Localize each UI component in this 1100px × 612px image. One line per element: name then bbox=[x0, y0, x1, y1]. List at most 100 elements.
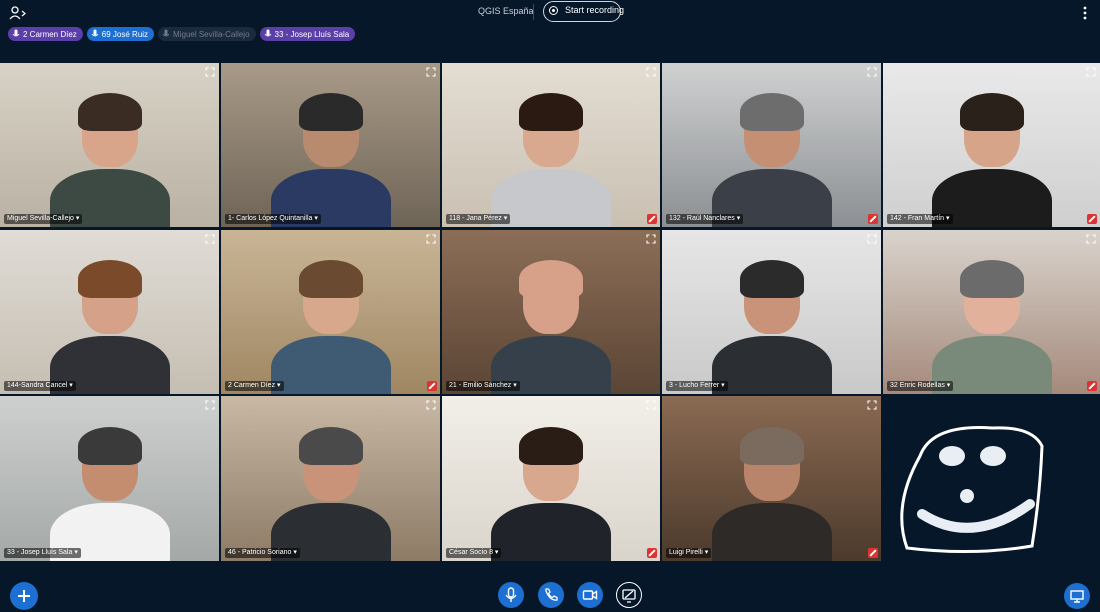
fullscreen-icon bbox=[1086, 67, 1096, 77]
video-tile[interactable]: 142 - Fran Martín ▾ bbox=[883, 63, 1100, 227]
fullscreen-icon bbox=[205, 400, 215, 410]
mic-icon bbox=[162, 29, 170, 37]
screenshare-icon bbox=[622, 589, 636, 603]
actions-plus-button[interactable] bbox=[10, 582, 38, 610]
muted-mic-icon bbox=[868, 214, 878, 224]
participant-name[interactable]: 132 - Raúl Nanclares ▾ bbox=[666, 214, 744, 224]
fullscreen-icon bbox=[426, 400, 436, 410]
fullscreen-icon bbox=[646, 67, 656, 77]
mic-icon bbox=[91, 29, 99, 37]
fullscreen-button[interactable] bbox=[1086, 67, 1096, 77]
talking-indicator[interactable]: 33 - Josep Lluís Sala bbox=[259, 27, 356, 41]
talking-indicator[interactable]: Miguel Sevilla-Callejo bbox=[158, 27, 256, 41]
fullscreen-icon bbox=[646, 234, 656, 244]
video-tile[interactable]: 1- Carlos López Quintanilla ▾ bbox=[221, 63, 440, 227]
top-bar: QGIS España Start recording bbox=[0, 0, 1100, 26]
fullscreen-button[interactable] bbox=[646, 67, 656, 77]
participant-name[interactable]: 33 - Josep Lluís Sala ▾ bbox=[4, 548, 81, 558]
participant-name[interactable]: 2 Carmen Díez ▾ bbox=[225, 381, 284, 391]
fullscreen-button[interactable] bbox=[205, 400, 215, 410]
video-tile[interactable]: 32 Enric Rodellas ▾ bbox=[883, 230, 1100, 394]
video-tile[interactable]: 132 - Raúl Nanclares ▾ bbox=[662, 63, 881, 227]
fullscreen-icon bbox=[426, 67, 436, 77]
participant-name[interactable]: 46 - Patricio Soriano ▾ bbox=[225, 548, 300, 558]
fullscreen-button[interactable] bbox=[867, 400, 877, 410]
participant-video bbox=[931, 244, 1052, 394]
fullscreen-button[interactable] bbox=[426, 400, 436, 410]
record-icon bbox=[549, 6, 558, 15]
mic-icon bbox=[505, 587, 517, 602]
fullscreen-button[interactable] bbox=[646, 400, 656, 410]
fullscreen-icon bbox=[867, 67, 877, 77]
participant-name[interactable]: 21 - Emilio Sánchez ▾ bbox=[446, 381, 520, 391]
video-tile[interactable]: 144-Sandra Cancel ▾ bbox=[0, 230, 219, 394]
fullscreen-icon bbox=[426, 234, 436, 244]
participant-name[interactable]: César Socio 8 ▾ bbox=[446, 548, 502, 558]
smiley-drawing bbox=[900, 426, 1044, 554]
participant-name[interactable]: Miguel Sevilla-Callejo ▾ bbox=[4, 214, 83, 224]
fullscreen-button[interactable] bbox=[646, 234, 656, 244]
video-tile[interactable]: 3 - Lucho Ferrer ▾ bbox=[662, 230, 881, 394]
fullscreen-button[interactable] bbox=[867, 234, 877, 244]
whiteboard-drawing bbox=[882, 396, 1100, 561]
participant-name[interactable]: 142 - Fran Martín ▾ bbox=[887, 214, 953, 224]
talking-indicator[interactable]: 2 Carmen Díez bbox=[8, 27, 83, 41]
presentation-icon bbox=[1070, 590, 1084, 603]
more-options-button[interactable] bbox=[1078, 5, 1092, 21]
muted-mic-icon bbox=[647, 214, 657, 224]
participant-video bbox=[491, 411, 611, 561]
start-recording-button[interactable]: Start recording bbox=[543, 1, 625, 22]
fullscreen-button[interactable] bbox=[205, 234, 215, 244]
talking-name: Miguel Sevilla-Callejo bbox=[173, 29, 250, 39]
camera-button[interactable] bbox=[577, 582, 603, 608]
muted-mic-icon bbox=[427, 381, 437, 391]
participant-video bbox=[711, 411, 832, 561]
fullscreen-button[interactable] bbox=[867, 67, 877, 77]
participant-video bbox=[491, 77, 611, 227]
participant-video bbox=[49, 244, 170, 394]
participant-name[interactable]: 1- Carlos López Quintanilla ▾ bbox=[225, 214, 321, 224]
record-label: Start recording bbox=[565, 5, 625, 15]
talking-indicators: 2 Carmen Díez 69 José Ruiz Miguel Sevill… bbox=[8, 27, 356, 42]
video-tile[interactable]: Luigi Pirelli ▾ bbox=[662, 396, 881, 561]
fullscreen-button[interactable] bbox=[1086, 234, 1096, 244]
video-tile[interactable]: 46 - Patricio Soriano ▾ bbox=[221, 396, 440, 561]
participant-name[interactable]: 118 - Jana Pérez ▾ bbox=[446, 214, 511, 224]
fullscreen-icon bbox=[646, 400, 656, 410]
video-tile[interactable]: 33 - Josep Lluís Sala ▾ bbox=[0, 396, 219, 561]
muted-mic-icon bbox=[1087, 214, 1097, 224]
fullscreen-button[interactable] bbox=[426, 67, 436, 77]
participant-name[interactable]: 3 - Lucho Ferrer ▾ bbox=[666, 381, 728, 391]
plus-icon bbox=[18, 590, 30, 602]
participant-video bbox=[270, 411, 391, 561]
fullscreen-icon bbox=[1086, 234, 1096, 244]
presentation-button[interactable] bbox=[1064, 583, 1090, 609]
header-divider bbox=[533, 4, 534, 20]
talking-name: 69 José Ruiz bbox=[101, 29, 149, 39]
fullscreen-icon bbox=[867, 400, 877, 410]
participant-name[interactable]: 32 Enric Rodellas ▾ bbox=[887, 381, 954, 391]
mic-button[interactable] bbox=[498, 582, 524, 608]
participant-video bbox=[270, 77, 391, 227]
video-tile[interactable]: Miguel Sevilla-Callejo ▾ bbox=[0, 63, 219, 227]
camera-icon bbox=[582, 590, 598, 600]
video-tile[interactable]: 21 - Emilio Sánchez ▾ bbox=[442, 230, 660, 394]
video-tile[interactable]: 2 Carmen Díez ▾ bbox=[221, 230, 440, 394]
muted-mic-icon bbox=[647, 548, 657, 558]
fullscreen-button[interactable] bbox=[426, 234, 436, 244]
mic-icon bbox=[264, 29, 271, 37]
leave-audio-button[interactable] bbox=[538, 582, 564, 608]
phone-icon bbox=[545, 588, 558, 601]
video-tile[interactable]: 118 - Jana Pérez ▾ bbox=[442, 63, 660, 227]
participant-name[interactable]: 144-Sandra Cancel ▾ bbox=[4, 381, 76, 391]
participant-name[interactable]: Luigi Pirelli ▾ bbox=[666, 548, 712, 558]
participant-video bbox=[711, 77, 832, 227]
users-toggle-button[interactable] bbox=[9, 5, 27, 21]
video-tile[interactable]: César Socio 8 ▾ bbox=[442, 396, 660, 561]
screenshare-button[interactable] bbox=[616, 582, 642, 608]
participant-video bbox=[49, 77, 170, 227]
talking-indicator[interactable]: 69 José Ruiz bbox=[86, 27, 155, 41]
participant-video bbox=[491, 244, 611, 394]
fullscreen-button[interactable] bbox=[205, 67, 215, 77]
fullscreen-icon bbox=[205, 67, 215, 77]
